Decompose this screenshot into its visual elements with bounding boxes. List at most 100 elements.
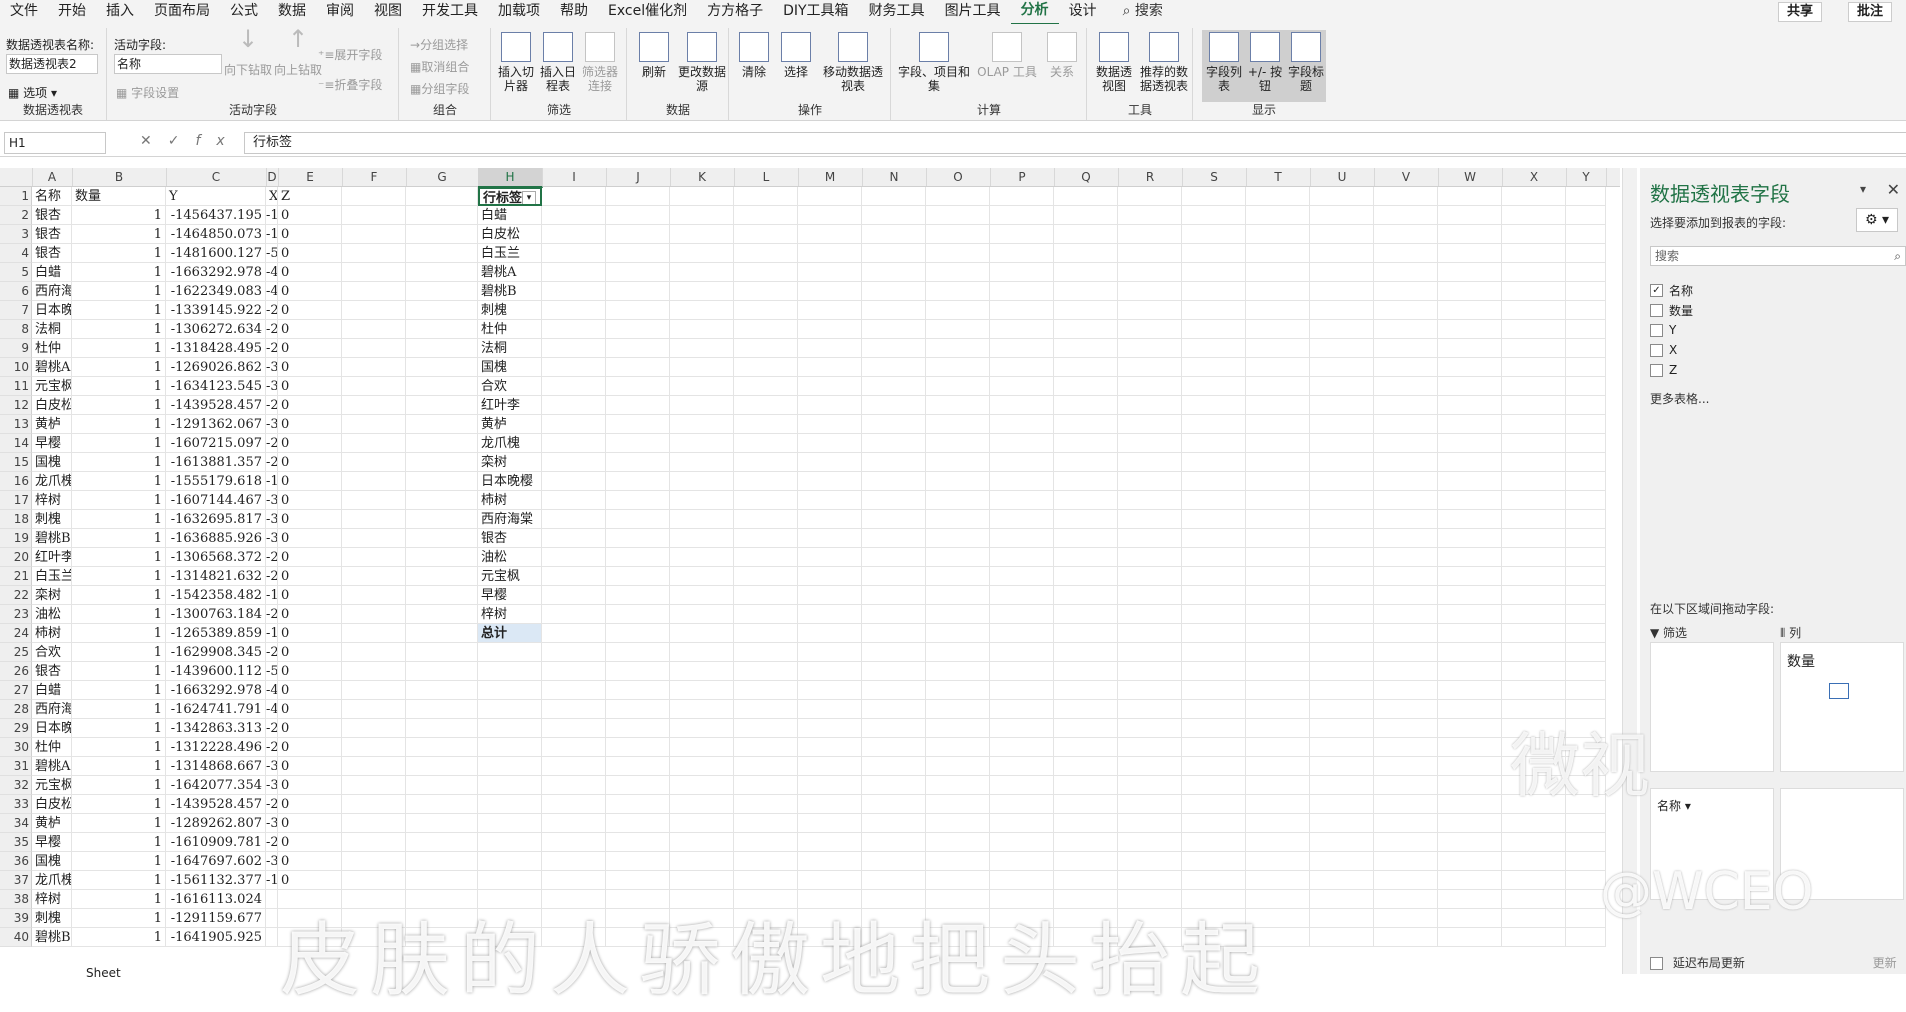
cell[interactable]: 1 bbox=[72, 263, 166, 282]
cell[interactable] bbox=[342, 244, 406, 263]
cell[interactable]: -426474.5628 bbox=[266, 263, 278, 282]
cell[interactable]: 白玉兰 bbox=[32, 567, 72, 586]
cell[interactable] bbox=[1246, 605, 1310, 624]
cell[interactable] bbox=[1118, 795, 1182, 814]
cell[interactable] bbox=[734, 187, 798, 206]
cell[interactable] bbox=[1438, 928, 1502, 947]
cell[interactable] bbox=[1374, 358, 1438, 377]
pivot-row-item[interactable]: 银杏 bbox=[478, 529, 542, 548]
cell[interactable]: -1663292.978 bbox=[166, 263, 266, 282]
cell[interactable]: 国槐 bbox=[32, 453, 72, 472]
cell[interactable] bbox=[1374, 548, 1438, 567]
cell[interactable] bbox=[1438, 472, 1502, 491]
row-header[interactable]: 31 bbox=[0, 757, 32, 776]
cell[interactable] bbox=[406, 415, 478, 434]
cell[interactable] bbox=[406, 358, 478, 377]
cell[interactable] bbox=[862, 282, 926, 301]
cell[interactable] bbox=[1374, 814, 1438, 833]
pivot-row-item[interactable]: 白皮松 bbox=[478, 225, 542, 244]
cell[interactable]: 1 bbox=[72, 510, 166, 529]
cell[interactable] bbox=[478, 871, 542, 890]
cell[interactable] bbox=[1566, 548, 1606, 567]
cell[interactable]: 1 bbox=[72, 586, 166, 605]
cell[interactable] bbox=[542, 187, 606, 206]
cell[interactable]: -1339145.922 bbox=[166, 301, 266, 320]
cell[interactable] bbox=[406, 681, 478, 700]
row-header[interactable]: 18 bbox=[0, 510, 32, 529]
cell[interactable] bbox=[1246, 624, 1310, 643]
cell[interactable] bbox=[926, 852, 990, 871]
cell[interactable] bbox=[926, 339, 990, 358]
cell[interactable] bbox=[1246, 833, 1310, 852]
cell[interactable] bbox=[542, 871, 606, 890]
cell[interactable] bbox=[1502, 453, 1566, 472]
cell[interactable]: 日本晚樱 bbox=[32, 301, 72, 320]
cell[interactable] bbox=[342, 396, 406, 415]
field-checkbox[interactable] bbox=[1650, 303, 1663, 317]
cell[interactable] bbox=[406, 377, 478, 396]
pivot-row-item[interactable]: 合欢 bbox=[478, 377, 542, 396]
cell[interactable] bbox=[606, 833, 670, 852]
cell[interactable] bbox=[1246, 567, 1310, 586]
cell[interactable] bbox=[1374, 624, 1438, 643]
cell[interactable] bbox=[1118, 244, 1182, 263]
active-field-input[interactable]: 名称 bbox=[114, 54, 222, 74]
cell[interactable] bbox=[862, 605, 926, 624]
cell[interactable] bbox=[342, 624, 406, 643]
cell[interactable] bbox=[798, 738, 862, 757]
cell[interactable] bbox=[606, 263, 670, 282]
row-header[interactable]: 26 bbox=[0, 662, 32, 681]
cell[interactable] bbox=[990, 225, 1054, 244]
cell[interactable] bbox=[1246, 643, 1310, 662]
cell[interactable] bbox=[342, 814, 406, 833]
cell[interactable] bbox=[606, 396, 670, 415]
cell[interactable] bbox=[734, 510, 798, 529]
cell[interactable]: -1342863.313 bbox=[166, 719, 266, 738]
cell[interactable] bbox=[406, 320, 478, 339]
cell[interactable] bbox=[1246, 206, 1310, 225]
cell[interactable]: 0 bbox=[278, 719, 342, 738]
cell[interactable] bbox=[606, 358, 670, 377]
cell[interactable] bbox=[862, 339, 926, 358]
column-header[interactable]: U bbox=[1310, 168, 1375, 186]
row-header[interactable]: 35 bbox=[0, 833, 32, 852]
cell[interactable] bbox=[670, 282, 734, 301]
pivot-row-item[interactable]: 白玉兰 bbox=[478, 244, 542, 263]
cell[interactable] bbox=[1566, 681, 1606, 700]
cell[interactable] bbox=[342, 852, 406, 871]
cell[interactable] bbox=[1566, 282, 1606, 301]
cell[interactable]: -327654.7483 bbox=[266, 852, 278, 871]
cell[interactable] bbox=[926, 548, 990, 567]
cell[interactable] bbox=[1310, 681, 1374, 700]
expand-field-button[interactable]: ⁺≡展开字段 bbox=[318, 46, 382, 63]
column-header[interactable]: A bbox=[32, 168, 73, 186]
cell[interactable] bbox=[862, 491, 926, 510]
cell[interactable] bbox=[606, 510, 670, 529]
cell[interactable] bbox=[1118, 415, 1182, 434]
cell[interactable] bbox=[926, 662, 990, 681]
cell[interactable] bbox=[1182, 624, 1246, 643]
cell[interactable] bbox=[1310, 491, 1374, 510]
row-header[interactable]: 36 bbox=[0, 852, 32, 871]
cell[interactable] bbox=[1374, 206, 1438, 225]
cell[interactable] bbox=[1374, 852, 1438, 871]
cell[interactable] bbox=[926, 681, 990, 700]
cell[interactable] bbox=[1502, 529, 1566, 548]
cell[interactable] bbox=[1310, 263, 1374, 282]
cell[interactable] bbox=[1310, 852, 1374, 871]
cell[interactable] bbox=[342, 738, 406, 757]
cell[interactable] bbox=[342, 301, 406, 320]
cell[interactable] bbox=[606, 586, 670, 605]
cell[interactable] bbox=[670, 871, 734, 890]
cell[interactable] bbox=[1182, 643, 1246, 662]
cell[interactable]: -1542358.482 bbox=[166, 586, 266, 605]
cell[interactable] bbox=[406, 776, 478, 795]
gear-icon[interactable]: ⚙ ▾ bbox=[1856, 208, 1898, 232]
cell[interactable] bbox=[1374, 586, 1438, 605]
cell[interactable] bbox=[1374, 377, 1438, 396]
cell[interactable] bbox=[1054, 757, 1118, 776]
pivot-header-cell[interactable]: 行标签 ▾ bbox=[478, 187, 542, 206]
cell[interactable] bbox=[1054, 681, 1118, 700]
cell[interactable] bbox=[1118, 871, 1182, 890]
pivot-chart-button[interactable]: 数据透视图 bbox=[1092, 32, 1136, 93]
